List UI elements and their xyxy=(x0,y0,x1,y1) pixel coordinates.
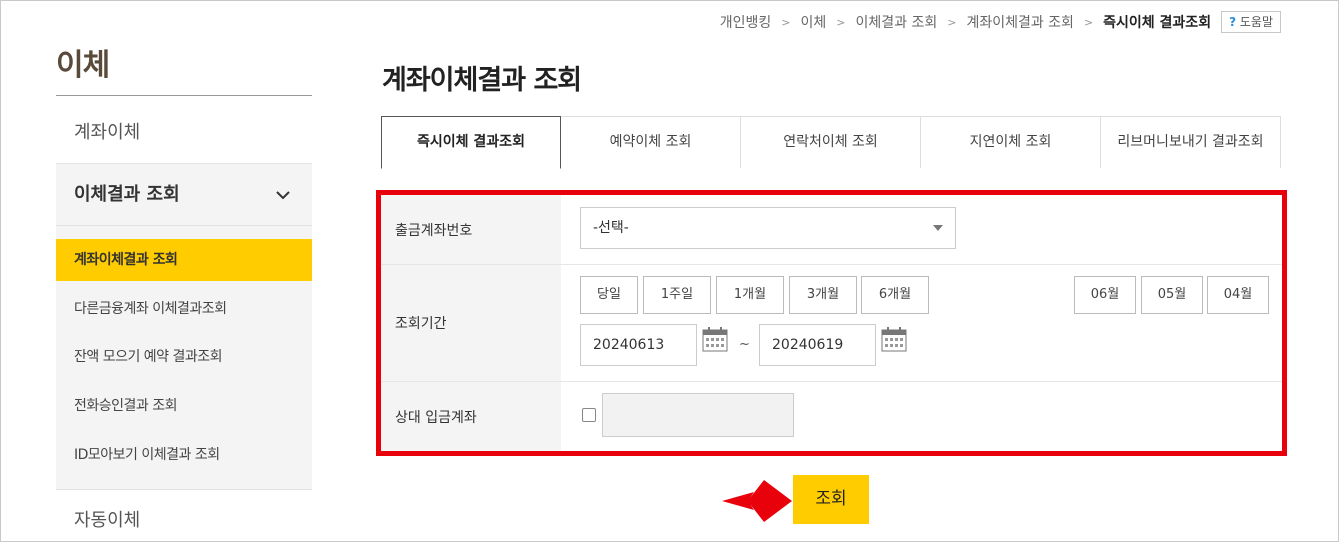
sidebar-subitem-account-transfer-result[interactable]: 계좌이체결과 조회 xyxy=(56,239,312,281)
counterpart-account-input[interactable] xyxy=(602,393,794,437)
breadcrumb-item[interactable]: 이체결과 조회 xyxy=(853,12,939,32)
form-row-period: 조회기간 당일 1주일 1개월 3개월 6개월 06월 05월 04월 2024… xyxy=(381,265,1282,382)
sidebar-subitem-phone-approval-result[interactable]: 전화승인결과 조회 xyxy=(56,385,312,427)
tab-bar: 즉시이체 결과조회 예약이체 조회 연락처이체 조회 지연이체 조회 리브머니보… xyxy=(381,116,1281,169)
calendar-icon[interactable] xyxy=(702,327,728,352)
sidebar-subitem-balance-collect-result[interactable]: 잔액 모으기 예약 결과조회 xyxy=(56,336,312,378)
chevron-right-icon: > xyxy=(1083,15,1094,29)
sidebar-item-account-transfer[interactable]: 계좌이체 xyxy=(56,104,312,162)
breadcrumb-item[interactable]: 이체 xyxy=(799,12,829,32)
breadcrumb-item[interactable]: 계좌이체결과 조회 xyxy=(964,12,1076,32)
sidebar-group-label: 이체결과 조회 xyxy=(74,184,180,205)
chevron-right-icon: > xyxy=(947,15,957,29)
sidebar: 이체 계좌이체 이체결과 조회 계좌이체결과 조회 다른금융계좌 이체결과조회 … xyxy=(56,0,312,542)
sidebar-subitem-other-bank-result[interactable]: 다른금융계좌 이체결과조회 xyxy=(56,288,312,330)
chevron-right-icon: > xyxy=(836,15,846,29)
chevron-right-icon: > xyxy=(781,15,791,29)
period-3month-button[interactable]: 3개월 xyxy=(789,276,857,314)
account-select[interactable]: -선택- xyxy=(580,207,956,249)
counterpart-label: 상대 입금계좌 xyxy=(381,382,561,451)
sidebar-item-auto-transfer[interactable]: 자동이체 xyxy=(56,500,312,542)
sidebar-subitem-id-view-result[interactable]: ID모아보기 이체결과 조회 xyxy=(56,434,312,476)
tab-delayed-transfer[interactable]: 지연이체 조회 xyxy=(921,116,1101,168)
help-label: 도움말 xyxy=(1239,15,1273,29)
caret-down-icon xyxy=(933,225,943,231)
sidebar-group-header[interactable]: 이체결과 조회 xyxy=(56,164,312,226)
tab-contact-transfer[interactable]: 연락처이체 조회 xyxy=(741,116,921,168)
search-button[interactable]: 조회 xyxy=(793,475,869,524)
chevron-down-icon xyxy=(276,191,290,200)
tab-instant-transfer-result[interactable]: 즉시이체 결과조회 xyxy=(381,116,561,169)
breadcrumb: 개인뱅킹 > 이체 > 이체결과 조회 > 계좌이체결과 조회 > 즉시이체 결… xyxy=(718,10,1281,34)
date-range-separator: ~ xyxy=(739,337,750,352)
account-label: 출금계좌번호 xyxy=(381,195,561,264)
start-date-input[interactable]: 20240613 xyxy=(580,324,697,366)
form-row-account: 출금계좌번호 -선택- xyxy=(381,195,1282,265)
sidebar-divider xyxy=(56,489,312,490)
page-title: 계좌이체결과 조회 xyxy=(382,65,582,96)
form-row-counterpart: 상대 입금계좌 xyxy=(381,382,1282,451)
period-1month-button[interactable]: 1개월 xyxy=(716,276,784,314)
month-04-button[interactable]: 04월 xyxy=(1207,276,1269,314)
counterpart-checkbox[interactable] xyxy=(582,408,596,422)
breadcrumb-current: 즉시이체 결과조회 xyxy=(1103,15,1212,31)
tab-scheduled-transfer[interactable]: 예약이체 조회 xyxy=(561,116,741,168)
red-arrow-icon xyxy=(722,480,792,522)
sidebar-divider xyxy=(56,95,312,96)
calendar-icon[interactable] xyxy=(881,327,907,352)
period-today-button[interactable]: 당일 xyxy=(580,276,638,314)
period-1week-button[interactable]: 1주일 xyxy=(643,276,711,314)
breadcrumb-item[interactable]: 개인뱅킹 xyxy=(718,12,774,32)
period-6month-button[interactable]: 6개월 xyxy=(861,276,929,314)
question-icon: ? xyxy=(1229,15,1237,29)
tab-livmoney-result[interactable]: 리브머니보내기 결과조회 xyxy=(1101,116,1281,168)
account-select-value: -선택- xyxy=(593,220,629,236)
period-label: 조회기간 xyxy=(381,265,561,381)
end-date-input[interactable]: 20240619 xyxy=(759,324,876,366)
month-05-button[interactable]: 05월 xyxy=(1141,276,1203,314)
search-form: 출금계좌번호 -선택- 조회기간 당일 1주일 1개월 3개월 6개월 06월 … xyxy=(376,190,1287,456)
month-06-button[interactable]: 06월 xyxy=(1074,276,1136,314)
help-button[interactable]: ? 도움말 xyxy=(1221,11,1281,33)
sidebar-group-transfer-result: 이체결과 조회 계좌이체결과 조회 다른금융계좌 이체결과조회 잔액 모으기 예… xyxy=(56,163,312,489)
sidebar-title: 이체 xyxy=(56,48,110,83)
